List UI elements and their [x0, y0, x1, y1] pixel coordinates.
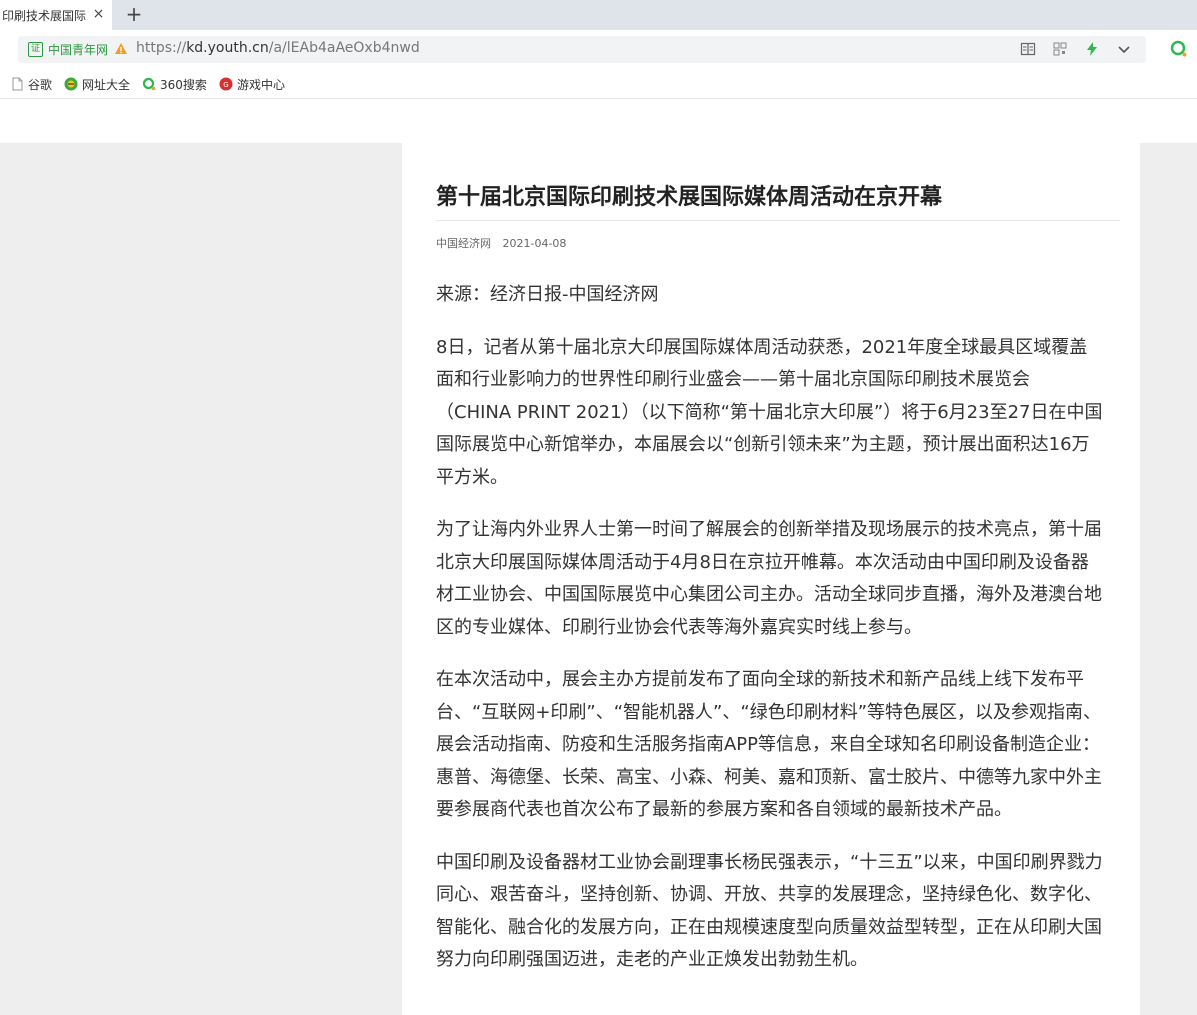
bookmark-label: 谷歌 [28, 77, 53, 92]
article-title: 第十届北京国际印刷技术展国际媒体周活动在京开幕 [436, 185, 943, 210]
address-toolbar: 证 中国青年网 https://kd.youth.cn/a/lEAb4aAeOx… [0, 30, 1197, 70]
address-bar-actions [1020, 41, 1132, 57]
article-paragraph: 中国印刷及设备器材工业协会副理事长杨民强表示，“十三五”以来，中国印刷界戮力同心… [436, 851, 1103, 971]
bookmark-item[interactable]: 谷歌 [10, 76, 52, 93]
warning-icon[interactable] [114, 41, 128, 55]
bookmark-label: 360搜索 [160, 77, 207, 92]
article-source: 中国经济网 [436, 237, 491, 250]
globe-icon [64, 77, 78, 91]
svg-text:G: G [223, 81, 228, 89]
close-icon[interactable]: × [92, 7, 105, 21]
url-path: /a/lEAb4aAeOxb4nwd [268, 40, 420, 56]
bookmark-item[interactable]: G 游戏中心 [219, 76, 285, 93]
article-body: 来源：经济日报-中国经济网 8日，记者从第十届北京大印展国际媒体周活动获悉，20… [436, 279, 1104, 997]
article: 第十届北京国际印刷技术展国际媒体周活动在京开幕 中国经济网 2021-04-08… [402, 143, 1140, 1015]
page-gutter-left [0, 143, 402, 1015]
bookmark-item[interactable]: 网址大全 [64, 76, 130, 93]
page-icon [10, 77, 24, 91]
bookmark-label: 游戏中心 [236, 77, 285, 92]
bookmarks-bar: 谷歌 网址大全 360搜索 G 游戏中心 [0, 70, 1197, 99]
article-paragraph: 8日，记者从第十届北京大印展国际媒体周活动获悉，2021年度全球最具区域覆盖面和… [436, 336, 1103, 488]
tab-strip: 印刷技术展国际 × + [0, 0, 1197, 30]
article-paragraph: 为了让海内外业界人士第一时间了解展会的创新举措及现场展示的技术亮点，第十届北京大… [436, 519, 1102, 638]
site-identity-label[interactable]: 中国青年网 [48, 41, 108, 58]
qr-code-icon[interactable] [1052, 41, 1068, 57]
url-text[interactable]: https://kd.youth.cn/a/lEAb4aAeOxb4nwd [136, 40, 420, 56]
address-bar[interactable]: 证 中国青年网 https://kd.youth.cn/a/lEAb4aAeOx… [18, 36, 1146, 63]
browser-tab[interactable]: 印刷技术展国际 × [0, 0, 112, 30]
game-icon: G [219, 77, 233, 91]
bookmark-item[interactable]: 360搜索 [142, 76, 207, 93]
new-tab-button[interactable]: + [124, 4, 144, 24]
search360-extension-icon[interactable] [1170, 40, 1188, 58]
lightning-icon[interactable] [1084, 41, 1100, 57]
certificate-icon[interactable]: 证 [28, 42, 43, 57]
bookmark-label: 网址大全 [82, 77, 131, 92]
article-paragraph: 来源：经济日报-中国经济网 [436, 284, 659, 305]
reader-mode-icon[interactable] [1020, 41, 1036, 57]
chevron-down-icon[interactable] [1116, 41, 1132, 57]
article-paragraph: 在本次活动中，展会主办方提前发布了面向全球的新技术和新产品线上线下发布平台、“互… [436, 669, 1102, 820]
tab-title: 印刷技术展国际 [2, 8, 87, 23]
search360-icon [142, 77, 156, 91]
divider [436, 220, 1120, 221]
url-host: kd.youth.cn [186, 40, 269, 56]
article-meta: 中国经济网 2021-04-08 [436, 235, 574, 251]
article-date: 2021-04-08 [502, 237, 567, 250]
page-gutter-right [1140, 143, 1197, 1015]
